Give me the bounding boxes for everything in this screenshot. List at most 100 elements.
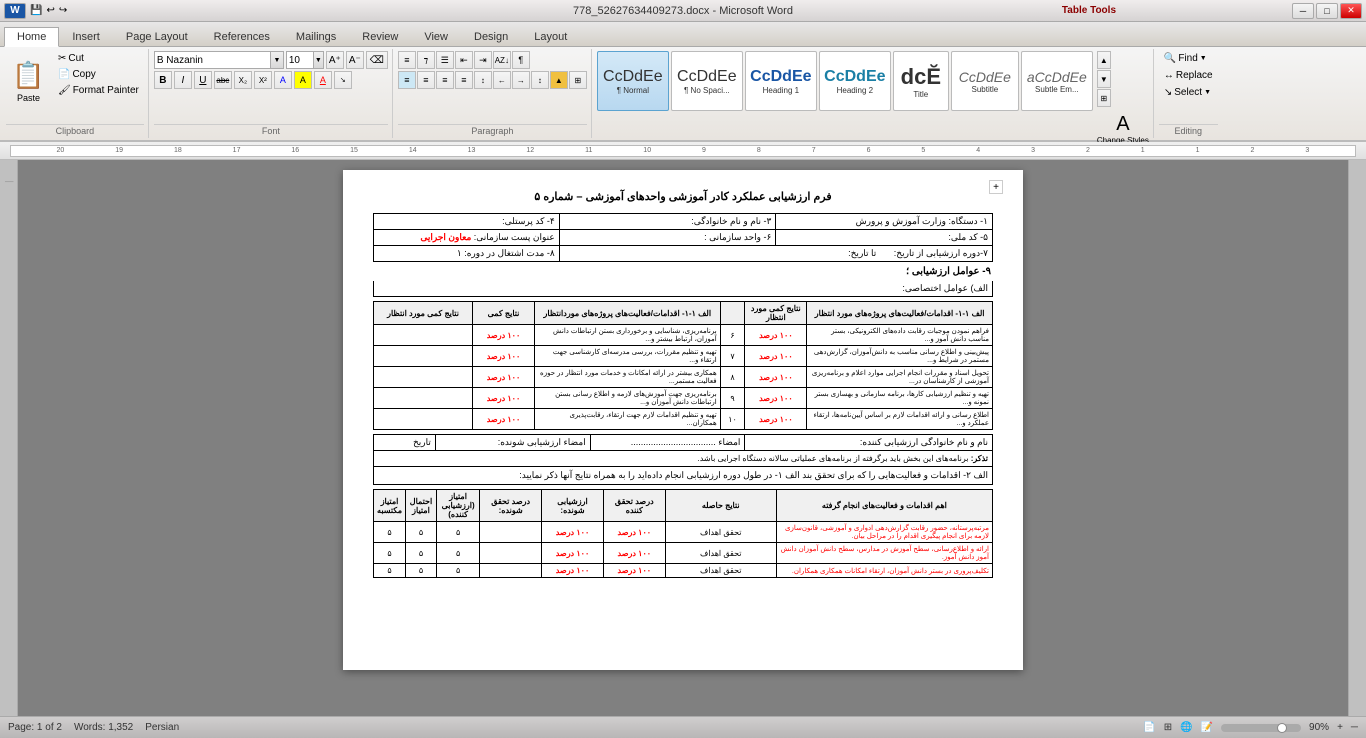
row4-result: [374, 388, 473, 409]
table-header-result: نتایج کمی مورد انتظار: [374, 302, 473, 325]
table-row: پیش‌بینی و اطلاع رسانی مناسب به دانش‌آمو…: [374, 346, 993, 367]
tab-references[interactable]: References: [201, 27, 283, 46]
font-size-combo[interactable]: ▼: [286, 51, 324, 69]
tab-mailings[interactable]: Mailings: [283, 27, 349, 46]
s2-percent2-2: ۱۰۰ درصد: [542, 543, 604, 564]
line-spacing-button[interactable]: ↕: [531, 71, 549, 89]
sort-button[interactable]: AZ↓: [493, 51, 511, 69]
text-direction-button[interactable]: ↕: [474, 71, 492, 89]
row1-left-text: برنامه‌ریزی، شناسایی و برخورداری بستن ار…: [534, 325, 720, 346]
style-heading2[interactable]: CcDdEe Heading 2: [819, 51, 891, 111]
s2-header-results: نتایج حاصله: [665, 490, 776, 522]
italic-button[interactable]: I: [174, 71, 192, 89]
tab-page-layout[interactable]: Page Layout: [113, 27, 201, 46]
subscript-button[interactable]: X₂: [234, 71, 252, 89]
style-no-spacing-label: ¶ No Spaci...: [684, 86, 730, 95]
align-right-button[interactable]: ≡: [436, 71, 454, 89]
text-highlight-button[interactable]: A: [294, 71, 312, 89]
table-row: فراهم نمودن موجبات رقابت داده‌های الکترو…: [374, 325, 993, 346]
tab-design[interactable]: Design: [461, 27, 521, 46]
font-name-arrow[interactable]: ▼: [270, 52, 283, 68]
s2-score2-2: ۵: [436, 543, 479, 564]
font-color-button[interactable]: A: [314, 71, 332, 89]
close-button[interactable]: ✕: [1340, 3, 1362, 19]
doc-scroll[interactable]: + فرم ارزشیابی عملکرد کادر آموزشی واحدها…: [18, 160, 1348, 716]
cut-button[interactable]: ✂ Cut: [53, 51, 144, 66]
shading-button[interactable]: ▲: [550, 71, 568, 89]
format-painter-button[interactable]: 🖌 Format Painter: [53, 83, 144, 98]
table-header-right-text: الف ۱-۱- اقدامات/فعالیت‌های پروژه‌های مو…: [807, 302, 993, 325]
font-options-button[interactable]: ↘: [334, 71, 352, 89]
evaluatee-name: نام و نام خانوادگی ارزشیابی کننده:: [745, 435, 993, 451]
clear-format-button[interactable]: ⌫: [366, 51, 388, 69]
s2-percent2-1: ۱۰۰ درصد: [542, 522, 604, 543]
row2-right-text: پیش‌بینی و اطلاع رسانی مناسب به دانش‌آمو…: [807, 346, 993, 367]
ltr-button[interactable]: →: [512, 71, 530, 89]
multilevel-button[interactable]: ☰: [436, 51, 454, 69]
minimize-button[interactable]: ─: [1292, 3, 1314, 19]
row5-right-percent: ۱۰۰ درصد: [745, 409, 807, 430]
zoom-thumb: [1277, 723, 1287, 733]
word-icon: W: [4, 3, 26, 19]
restore-button[interactable]: □: [1316, 3, 1338, 19]
decrease-indent-button[interactable]: ⇤: [455, 51, 473, 69]
superscript-button[interactable]: X²: [254, 71, 272, 89]
zoom-slider[interactable]: [1221, 724, 1301, 732]
view-mode-fullscreen[interactable]: ⊞: [1164, 722, 1172, 733]
font-name-input[interactable]: [155, 55, 270, 66]
select-button[interactable]: ↘ Select ▼: [1159, 85, 1216, 100]
tab-review[interactable]: Review: [349, 27, 411, 46]
view-mode-web[interactable]: 🌐: [1180, 722, 1192, 733]
style-heading1[interactable]: CcDdEe Heading 1: [745, 51, 817, 111]
rtl-button[interactable]: ←: [493, 71, 511, 89]
zoom-in-button[interactable]: +: [1337, 722, 1343, 733]
style-title[interactable]: dcĔ Title: [893, 51, 949, 111]
s2-score1-2: [480, 543, 542, 564]
font-shrink-button[interactable]: A⁻: [346, 51, 364, 69]
font-size-arrow[interactable]: ▼: [313, 52, 323, 68]
strikethrough-button[interactable]: abc: [214, 71, 232, 89]
justify-button[interactable]: ≡: [455, 71, 473, 89]
window-controls[interactable]: ─ □ ✕: [1292, 3, 1362, 19]
add-content-button[interactable]: +: [989, 180, 1003, 194]
tab-layout[interactable]: Layout: [521, 27, 580, 46]
style-subtle-em[interactable]: aCcDdEe Subtle Em...: [1021, 51, 1093, 111]
paste-button[interactable]: 📋 Paste: [6, 51, 51, 111]
font-grow-button[interactable]: A⁺: [326, 51, 344, 69]
view-mode-draft[interactable]: 📝: [1201, 722, 1213, 733]
styles-scroll-down[interactable]: ▼: [1097, 70, 1111, 88]
bold-button[interactable]: B: [154, 71, 172, 89]
align-center-button[interactable]: ≡: [417, 71, 435, 89]
text-effect-button[interactable]: A: [274, 71, 292, 89]
font-size-input[interactable]: [287, 55, 313, 66]
view-mode-print[interactable]: 📄: [1143, 722, 1155, 733]
quick-access-undo[interactable]: ↩: [46, 5, 54, 16]
tab-home[interactable]: Home: [4, 27, 59, 47]
copy-button[interactable]: 📄 Copy: [53, 67, 144, 82]
tab-insert[interactable]: Insert: [59, 27, 113, 46]
underline-button[interactable]: U: [194, 71, 212, 89]
style-title-label: Title: [913, 90, 928, 99]
styles-grid: CcDdEe ¶ Normal CcDdEe ¶ No Spaci... CcD…: [597, 51, 1093, 111]
style-normal[interactable]: CcDdEe ¶ Normal: [597, 51, 669, 111]
find-button[interactable]: 🔍 Find ▼: [1159, 51, 1212, 66]
replace-button[interactable]: ↔ Replace: [1159, 68, 1218, 83]
style-no-spacing[interactable]: CcDdEe ¶ No Spaci...: [671, 51, 743, 111]
bullets-button[interactable]: ≡: [398, 51, 416, 69]
font-name-combo[interactable]: ▼: [154, 51, 284, 69]
numbering-button[interactable]: ⁊: [417, 51, 435, 69]
styles-scroll-up[interactable]: ▲: [1097, 51, 1111, 69]
increase-indent-button[interactable]: ⇥: [474, 51, 492, 69]
align-left-button[interactable]: ≡: [398, 71, 416, 89]
style-subtitle[interactable]: CcDdEe Subtitle: [951, 51, 1019, 111]
quick-access-redo[interactable]: ↪: [59, 5, 67, 16]
tab-view[interactable]: View: [411, 27, 461, 46]
row2-num: ۷: [720, 346, 745, 367]
zoom-out-button[interactable]: ─: [1351, 722, 1358, 733]
show-marks-button[interactable]: ¶: [512, 51, 530, 69]
styles-expand[interactable]: ⊞: [1097, 89, 1111, 107]
quick-access-save[interactable]: 💾: [30, 5, 42, 16]
borders-button[interactable]: ⊞: [569, 71, 587, 89]
s2-header-score2: احتمال امتیاز: [406, 490, 437, 522]
change-styles-button[interactable]: A Change Styles: [1097, 113, 1149, 146]
